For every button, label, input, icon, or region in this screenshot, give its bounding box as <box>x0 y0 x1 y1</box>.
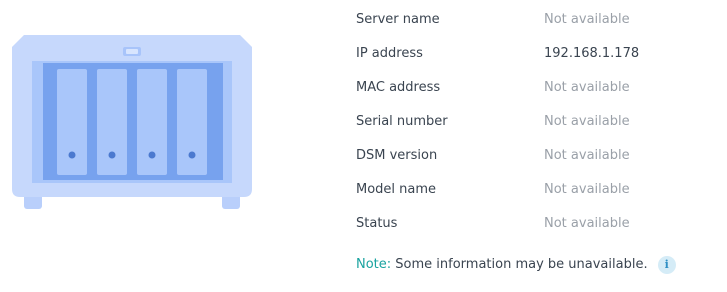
info-label: IP address <box>356 46 423 61</box>
info-table: Server name Not available IP address 192… <box>356 6 716 244</box>
info-value: Not available <box>544 148 630 163</box>
info-label: DSM version <box>356 148 438 163</box>
info-value: Not available <box>544 12 630 27</box>
info-value: Not available <box>544 114 630 129</box>
info-value: Not available <box>544 80 630 95</box>
info-value: 192.168.1.178 <box>544 46 640 61</box>
info-row-mac-address: MAC address Not available <box>356 74 716 108</box>
availability-note: Note: Some information may be unavailabl… <box>356 255 676 275</box>
device-info-panel: Server name Not available IP address 192… <box>0 0 727 292</box>
info-row-ip-address: IP address 192.168.1.178 <box>356 40 716 74</box>
info-label: Server name <box>356 12 440 27</box>
info-label: Status <box>356 216 398 231</box>
info-row-server-name: Server name Not available <box>356 6 716 40</box>
info-value: Not available <box>544 182 630 197</box>
note-text: Some information may be unavailable. <box>395 257 648 272</box>
info-label: MAC address <box>356 80 441 95</box>
info-row-status: Status Not available <box>356 210 716 244</box>
nas-device-illustration <box>10 33 255 213</box>
info-icon[interactable]: i <box>657 255 676 274</box>
info-row-serial-number: Serial number Not available <box>356 108 716 142</box>
nas-server-icon <box>12 35 252 209</box>
info-value: Not available <box>544 216 630 231</box>
note-label: Note: <box>356 257 392 272</box>
info-label: Model name <box>356 182 437 197</box>
info-row-model-name: Model name Not available <box>356 176 716 210</box>
info-row-dsm-version: DSM version Not available <box>356 142 716 176</box>
info-label: Serial number <box>356 114 448 129</box>
